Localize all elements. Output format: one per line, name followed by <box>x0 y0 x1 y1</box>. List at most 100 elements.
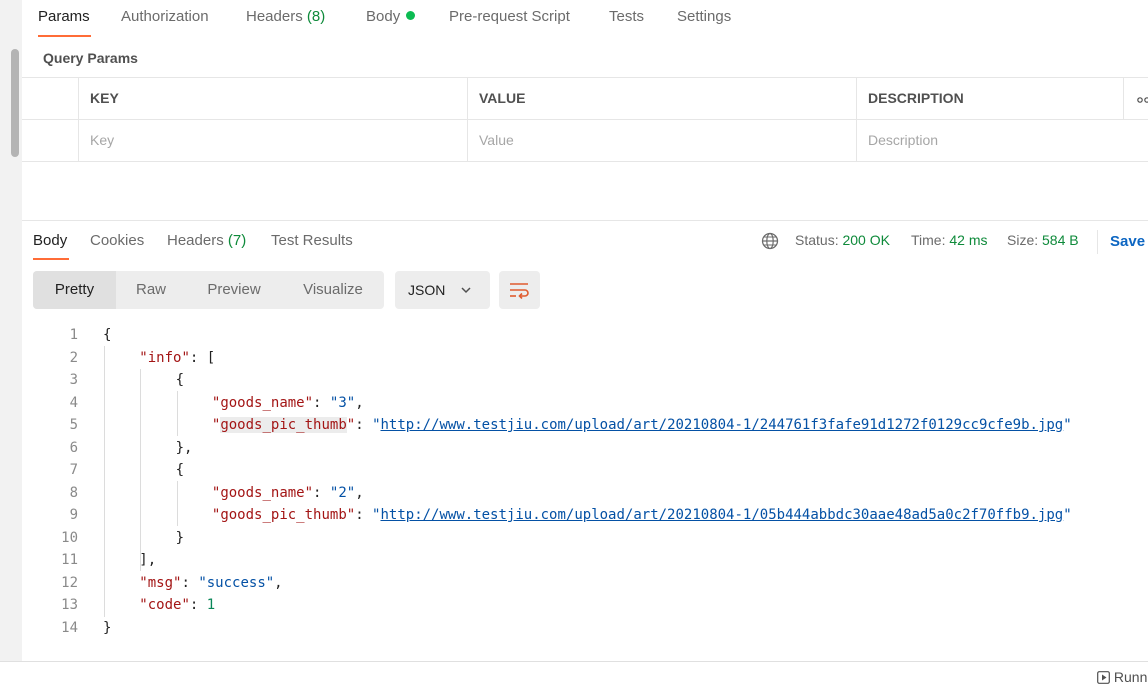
tab-headers[interactable]: Headers (8) <box>246 8 325 25</box>
value-input[interactable]: Value <box>467 120 856 161</box>
tab-authorization[interactable]: Authorization <box>121 8 209 25</box>
column-header-key: KEY <box>78 78 467 119</box>
column-header-description: DESCRIPTION <box>856 78 1123 119</box>
code-text: "goods_name": "3", <box>212 392 364 414</box>
line-number: 2 <box>69 349 78 366</box>
line-number: 3 <box>69 372 78 388</box>
status-separator <box>1097 230 1098 254</box>
response-time[interactable]: Time: 42 ms <box>911 232 988 248</box>
format-select-value: JSON <box>408 282 446 298</box>
size-label: Size: <box>1007 232 1039 248</box>
code-text: { <box>176 369 184 391</box>
line-number: 12 <box>61 574 78 591</box>
code-token: { <box>175 372 185 388</box>
code-token: : <box>313 484 330 501</box>
line-number: 4 <box>69 394 78 411</box>
code-token: : <box>355 507 373 523</box>
code-token: "info" <box>139 349 190 366</box>
code-token: { <box>175 462 185 478</box>
code-token: : <box>313 394 330 411</box>
code-token: { <box>103 327 112 343</box>
response-tab-test-results[interactable]: Test Results <box>271 232 353 249</box>
tab-pre-request-script[interactable]: Pre-request Script <box>449 8 570 25</box>
code-text: "goods_name": "2", <box>212 482 364 504</box>
code-token: "msg" <box>139 574 182 591</box>
tab-body[interactable]: Body <box>366 8 416 25</box>
line-number: 10 <box>61 529 78 546</box>
code-text: { <box>176 459 184 481</box>
code-token: : <box>355 417 373 433</box>
status-value: 200 OK <box>842 232 890 248</box>
code-token: goods_pic_thumb <box>220 417 347 433</box>
key-input[interactable]: Key <box>78 120 467 161</box>
code-token: " <box>372 417 381 433</box>
tab-headers-count: (8) <box>306 8 326 25</box>
code-text: "code": 1 <box>139 594 215 616</box>
code-token: , <box>355 484 364 501</box>
save-response-button[interactable]: Save <box>1110 233 1145 250</box>
code-token: "3" <box>329 394 356 411</box>
code-token: "goods_name" <box>211 484 314 501</box>
response-status[interactable]: Status: 200 OK <box>795 232 890 248</box>
row-select-cell <box>22 78 78 119</box>
code-text: } <box>176 527 184 549</box>
code-text: { <box>103 324 111 346</box>
tab-settings[interactable]: Settings <box>677 8 731 25</box>
tab-body-label: Body <box>366 8 401 25</box>
format-select[interactable]: JSON <box>395 271 490 309</box>
line-number: 5 <box>69 417 78 433</box>
view-pretty-button[interactable]: Pretty <box>33 271 116 309</box>
panel-divider <box>22 220 1148 221</box>
line-number: 6 <box>69 439 78 456</box>
indent-guide <box>140 369 141 571</box>
view-preview-button[interactable]: Preview <box>186 271 282 309</box>
time-label: Time: <box>911 232 946 248</box>
tab-headers-label: Headers <box>246 8 303 25</box>
column-header-value: VALUE <box>467 78 856 119</box>
code-text: "goods_pic_thumb": "http://www.testjiu.c… <box>212 414 1072 436</box>
response-tab-body[interactable]: Body <box>33 232 67 249</box>
view-visualize-button[interactable]: Visualize <box>282 271 384 309</box>
word-wrap-button[interactable] <box>499 271 540 309</box>
chevron-down-icon <box>460 283 472 299</box>
body-indicator-dot-icon <box>406 11 416 20</box>
view-mode-selector: Pretty Raw Preview Visualize <box>33 271 384 309</box>
code-token: ], <box>139 552 157 568</box>
code-token: }, <box>175 439 193 456</box>
more-options-icon[interactable] <box>1123 78 1148 119</box>
code-token: } <box>175 529 185 546</box>
code-text: "msg": "success", <box>139 572 282 594</box>
response-tab-headers[interactable]: Headers (7) <box>167 232 246 249</box>
line-number: 14 <box>61 619 78 636</box>
runner-button[interactable]: Runn <box>1097 669 1147 687</box>
view-raw-button[interactable]: Raw <box>116 271 186 309</box>
response-tab-cookies[interactable]: Cookies <box>90 232 144 249</box>
code-text: ], <box>139 549 156 571</box>
left-scrollbar-thumb[interactable] <box>11 49 19 157</box>
code-link[interactable]: http://www.testjiu.com/upload/art/202108… <box>380 507 1063 523</box>
status-label: Status: <box>795 232 839 248</box>
code-token: " <box>1063 507 1072 523</box>
code-token: "success" <box>198 574 275 591</box>
time-value: 42 ms <box>949 232 988 248</box>
code-token: , <box>274 574 283 591</box>
code-text: }, <box>176 437 193 459</box>
code-token: : <box>181 574 199 591</box>
response-size[interactable]: Size: 584 B <box>1007 232 1079 248</box>
query-params-table: KEY VALUE DESCRIPTION Key Value Descript… <box>22 77 1148 162</box>
description-input[interactable]: Description <box>856 120 1148 161</box>
code-token: " <box>346 417 356 433</box>
tab-params[interactable]: Params <box>38 8 90 25</box>
line-number: 7 <box>69 462 78 478</box>
code-token: : [ <box>189 349 216 366</box>
indent-guide <box>177 391 178 436</box>
size-value: 584 B <box>1042 232 1079 248</box>
code-link[interactable]: http://www.testjiu.com/upload/art/202108… <box>381 417 1064 433</box>
code-text: } <box>103 617 111 639</box>
globe-icon[interactable] <box>761 232 779 255</box>
indent-guide <box>104 346 105 617</box>
table-row: Key Value Description <box>22 120 1148 162</box>
code-text: "info": [ <box>139 347 215 369</box>
code-token: "code" <box>139 597 190 613</box>
tab-tests[interactable]: Tests <box>609 8 644 25</box>
